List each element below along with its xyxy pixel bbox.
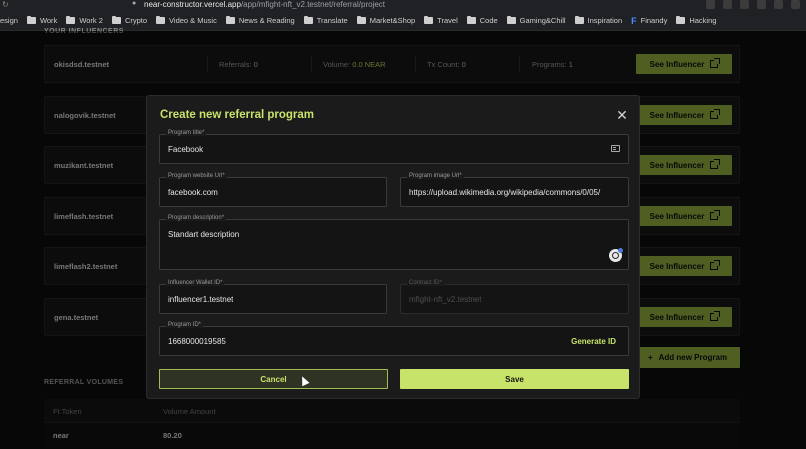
folder-icon [66,15,76,24]
modal-title: Create new referral program [160,109,315,121]
program-id-label: Program ID* [166,322,204,328]
grammar-checker-icon[interactable] [609,248,623,262]
bookmark-label: Inspiration [587,16,623,25]
program-title-value: Facebook [168,145,204,154]
program-website-url-label: Program website Url* [166,173,227,179]
url-host: near-constructor.vercel.app [144,0,241,9]
extension-icon[interactable] [723,0,732,9]
bookmark-folder[interactable]: Translate [303,15,348,25]
bookmark-label: Market&Shop [369,16,416,25]
folder-icon [574,15,584,24]
bookmark-label: Code [479,16,498,25]
program-website-url-value: facebook.com [168,188,218,197]
bookmark-folder[interactable]: Crypto [111,15,148,25]
autofill-card-icon[interactable] [611,145,620,152]
bookmark-label: News & Reading [238,16,295,25]
save-button[interactable]: Save [400,369,629,389]
bookmark-folder[interactable]: Hacking [676,15,717,25]
extension-icon[interactable] [774,0,783,9]
bookmark-folder[interactable]: Work [26,15,58,25]
bookmark-item[interactable]: F Finandy [631,16,667,26]
bookmark-folder[interactable]: Market&Shop [356,15,416,25]
bookmark-label: Travel [437,16,458,25]
program-description-field[interactable]: Program description* Standart descriptio… [159,215,629,270]
influencer-wallet-id-value: influencer1.testnet [168,295,234,304]
folder-icon [424,15,434,24]
bookmark-folder[interactable]: News & Reading [225,15,295,25]
contract-id-value: mfight-nft_v2.testnet [409,295,482,304]
extension-icon[interactable] [791,0,800,9]
program-title-label: Program title* [166,130,207,136]
extension-icon[interactable] [757,0,766,9]
folder-icon [156,15,166,24]
bookmark-folder[interactable]: Video & Music [156,15,217,25]
program-image-url-value: https://upload.wikimedia.org/wikipedia/c… [409,188,601,197]
folder-icon [466,15,476,24]
bookmark-folder[interactable]: Inspiration [574,15,623,25]
bookmark-label: Video & Music [169,16,217,25]
extension-icon[interactable] [740,0,749,9]
folder-icon [676,15,686,24]
folder-icon [356,15,366,24]
bookmark-folder[interactable]: Code [466,15,498,25]
contract-id-field: Contract ID* mfight-nft_v2.testnet [400,280,629,314]
bookmark-folder[interactable]: Work 2 [66,15,103,25]
bookmark-folder[interactable]: Gaming&Chill [506,15,566,25]
bookmark-label: esign [0,16,18,25]
cancel-button[interactable]: Cancel [159,369,388,389]
folder-icon [303,15,313,24]
program-id-field[interactable]: Program ID* 1668000019585 Generate ID [159,322,629,356]
finandy-icon: F [631,15,637,26]
bookmark-label: Work 2 [79,16,103,25]
bookmark-label: Crypto [124,16,148,25]
url-field[interactable]: near-constructor.vercel.app/app/mfight-n… [144,0,385,9]
bookmark-label: Translate [316,16,348,25]
program-description-value: Standart description [168,230,240,239]
program-description-label: Program description* [166,215,227,221]
browser-address-bar: ↻ ● near-constructor.vercel.app/app/mfig… [0,0,806,11]
bookmark-folder[interactable]: Travel [424,15,458,25]
program-image-url-field[interactable]: Program image Url* https://upload.wikime… [400,173,629,207]
folder-icon [26,15,36,24]
program-id-value: 1668000019585 [168,337,226,346]
program-website-url-field[interactable]: Program website Url* facebook.com [159,173,387,207]
url-path: /app/mfight-nft_v2.testnet/referral/proj… [240,0,386,9]
program-title-field[interactable]: Program title* Facebook [159,130,629,164]
close-icon[interactable]: ✕ [615,108,629,122]
folder-icon [506,15,516,24]
bookmark-label: Gaming&Chill [519,16,566,25]
extension-icon[interactable] [706,0,715,9]
notification-dot [618,248,623,253]
program-image-url-label: Program image Url* [407,173,464,179]
bookmark-label: Finandy [640,16,668,25]
create-referral-program-modal: Create new referral program ✕ Program ti… [146,95,640,399]
contract-id-label: Contract ID* [407,280,444,286]
bookmark-item[interactable]: esign [0,16,18,25]
influencer-wallet-id-label: Influencer Wallet ID* [166,280,225,286]
reload-icon[interactable]: ↻ [2,0,9,9]
generate-id-button[interactable]: Generate ID [571,337,616,346]
bookmark-label: Hacking [689,16,717,25]
folder-icon [111,15,121,24]
lock-icon: ● [132,0,137,7]
extensions-area [706,0,800,9]
bookmark-label: Work [39,16,58,25]
folder-icon [225,15,235,24]
influencer-wallet-id-field[interactable]: Influencer Wallet ID* influencer1.testne… [159,280,387,314]
